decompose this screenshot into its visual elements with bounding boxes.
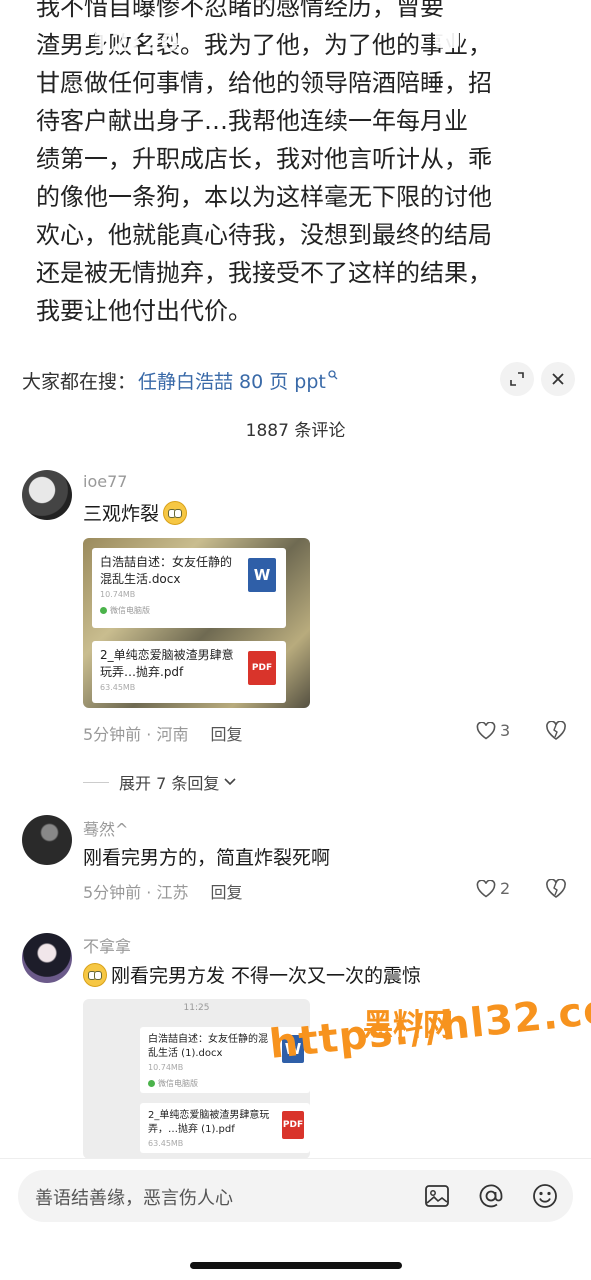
article-body: 我不惜自曝惨不忍睹的感情经历，曾要 渣男身败名裂。我为了他，为了他的事业， 甘愿…: [36, 0, 566, 330]
comment-count: 1887 条评论: [245, 421, 346, 441]
comment-input-placeholder: 善语结善缘，恶言伤人心: [35, 1188, 233, 1209]
close-icon[interactable]: [541, 362, 575, 396]
file-name: 2_单纯恋爱脑被渣男肆意玩弄…抛弃.pdf: [100, 648, 234, 679]
expand-icon[interactable]: [500, 362, 534, 396]
search-prefix: 大家都在搜：: [22, 370, 137, 393]
wechat-icon: [100, 607, 107, 614]
like-count: 3: [500, 721, 511, 740]
sweat-smile-face-icon: [83, 962, 107, 987]
file-source: 微信电脑版: [148, 1078, 302, 1089]
wechat-icon: [148, 1080, 155, 1087]
comment-text-content: 三观炸裂: [83, 503, 160, 525]
expand-replies-button[interactable]: 展开 7 条回复: [83, 770, 237, 794]
comment-username[interactable]: ioe77: [83, 472, 127, 491]
dislike-icon[interactable]: [545, 878, 567, 903]
comment-image-attachment[interactable]: 白浩喆自述：女友任静的混乱生活.docx 10.74MB 微信电脑版 W 2_单…: [83, 538, 310, 708]
comment-text-content: 刚看完男方发 不得一次又一次的震惊: [111, 965, 422, 987]
article-line: 绩第一，升职成店长，我对他言听计从，乖: [36, 145, 492, 173]
avatar[interactable]: [22, 815, 72, 865]
avatar[interactable]: [22, 470, 72, 520]
search-term-link[interactable]: 任静白浩喆 80 页 ppt: [138, 367, 326, 394]
article-line: 待客户献出身子…我帮他连续一年每月业: [36, 107, 468, 135]
emoji-icon[interactable]: [530, 1181, 560, 1211]
comment-meta: 5分钟前 · 河南 回复: [83, 721, 242, 745]
article-line: 还是被无情抛弃，我接受不了这样的结果，: [36, 259, 492, 287]
article-line: 甘愿做任何事情，给他的领导陪酒陪睡，招: [36, 69, 492, 97]
file-source: 微信电脑版: [100, 605, 278, 616]
chevron-down-icon: [224, 778, 236, 786]
file-name: 白浩喆自述：女友任静的混乱生活.docx: [100, 555, 233, 586]
article-line: 我不惜自曝惨不忍睹的感情经历，曾要: [36, 0, 444, 21]
flushed-face-icon: [163, 500, 188, 525]
heart-icon: [476, 721, 496, 739]
image-icon[interactable]: [422, 1181, 452, 1211]
expand-replies-label: 展开 7 条回复: [119, 774, 220, 793]
home-indicator: [190, 1262, 402, 1269]
comment-text: 三观炸裂: [83, 499, 188, 526]
like-count: 2: [500, 879, 511, 898]
search-suggestion: 大家都在搜： 任静白浩喆 80 页 ppt: [22, 362, 577, 398]
dislike-icon[interactable]: [545, 720, 567, 745]
like-button[interactable]: 3: [476, 721, 510, 740]
article-line: 渣男身败名裂。我为了他，为了他的事业，: [36, 31, 492, 59]
article-line: 的像他一条狗，本以为这样毫无下限的讨他: [36, 183, 492, 211]
file-name: 白浩喆自述：女友任静的混乱生活 (1).docx: [148, 1034, 268, 1059]
comment-text: 刚看完男方的，简直炸裂死啊: [83, 843, 330, 870]
like-button[interactable]: 2: [476, 879, 510, 898]
file-card: 2_单纯恋爱脑被渣男肆意玩弄，…抛弃 (1).pdf 63.45MB PDF: [140, 1103, 310, 1153]
mention-icon[interactable]: [476, 1181, 506, 1211]
file-name: 2_单纯恋爱脑被渣男肆意玩弄，…抛弃 (1).pdf: [148, 1110, 270, 1135]
word-file-icon: W: [248, 558, 276, 592]
reply-button[interactable]: 回复: [210, 721, 242, 745]
article-line: 我要让他付出代价。: [36, 297, 252, 325]
avatar[interactable]: [22, 933, 72, 983]
comment-input-bar: 善语结善缘，恶言伤人心: [0, 1158, 591, 1280]
heart-icon: [476, 879, 496, 897]
reply-button[interactable]: 回复: [210, 879, 242, 903]
comment-text: 刚看完男方发 不得一次又一次的震惊: [83, 961, 421, 988]
comment-meta: 5分钟前 · 江苏 回复: [83, 879, 242, 903]
comment-username[interactable]: 蓦然^: [83, 816, 128, 840]
divider: [83, 781, 109, 783]
comment-text-content: 刚看完男方的，简直炸裂死啊: [83, 847, 331, 869]
file-size: 63.45MB: [148, 1139, 184, 1148]
file-card: 白浩喆自述：女友任静的混乱生活.docx 10.74MB 微信电脑版 W: [92, 548, 286, 628]
file-card: 2_单纯恋爱脑被渣男肆意玩弄…抛弃.pdf 63.45MB PDF: [92, 641, 286, 703]
comment-username[interactable]: 不拿拿: [83, 933, 131, 957]
pdf-file-icon: PDF: [248, 651, 276, 685]
screenshot-time: 11:25: [183, 1003, 210, 1013]
search-icon[interactable]: [328, 369, 338, 383]
pdf-file-icon: PDF: [282, 1111, 304, 1139]
article-line: 欢心，他就能真心待我，没想到最终的结局: [36, 221, 492, 249]
comment-time-location: 5分钟前 · 江苏: [83, 883, 189, 902]
watermark-url: https://hl32.co: [267, 986, 591, 1068]
comment-input[interactable]: 善语结善缘，恶言伤人心: [18, 1170, 573, 1222]
comment-time-location: 5分钟前 · 河南: [83, 725, 189, 744]
